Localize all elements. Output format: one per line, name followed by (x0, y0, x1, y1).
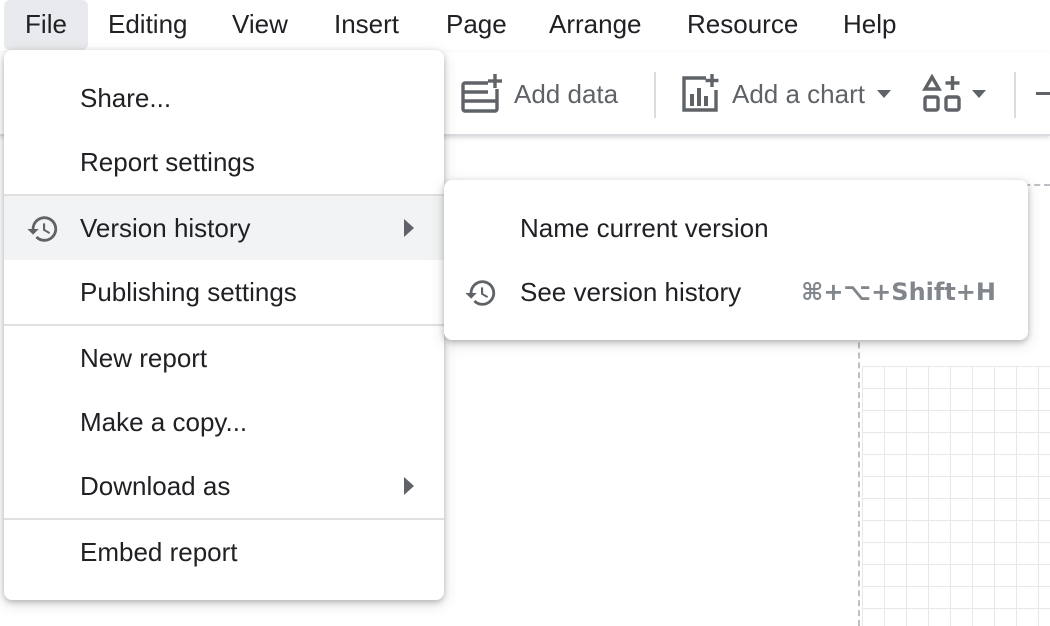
chevron-down-icon (876, 90, 891, 98)
add-chart-button[interactable]: Add a chart (680, 68, 891, 120)
menu-view[interactable]: View (232, 0, 288, 48)
toolbar-divider (1014, 72, 1016, 118)
menu-item-label: See version history (520, 276, 742, 307)
menu-arrange[interactable]: Arrange (549, 0, 642, 48)
chevron-right-icon (404, 477, 414, 495)
menu-item-embed-report[interactable]: Embed report (4, 520, 444, 584)
menu-item-see-version-history[interactable]: See version history ⌘+⌥+Shift+H (444, 260, 1028, 324)
toolbar-overflow-icon[interactable] (1036, 92, 1050, 95)
history-icon (27, 216, 58, 242)
add-chart-icon (682, 74, 719, 112)
menu-insert[interactable]: Insert (334, 0, 399, 48)
menu-item-label: Embed report (80, 536, 238, 567)
menu-item-label: Make a copy... (80, 406, 248, 437)
add-control-button[interactable] (922, 68, 986, 120)
add-data-button[interactable]: Add data (460, 68, 618, 120)
menu-item-label: New report (80, 342, 208, 373)
menu-bar: File Editing View Insert Page Arrange Re… (0, 0, 1050, 50)
file-menu: Share... Report settings Version history… (4, 50, 444, 600)
menu-help[interactable]: Help (843, 0, 896, 48)
menu-item-version-history[interactable]: Version history (4, 196, 444, 260)
add-chart-label: Add a chart (732, 78, 865, 109)
keyboard-shortcut: ⌘+⌥+Shift+H (801, 278, 996, 306)
menu-item-report-settings[interactable]: Report settings (4, 130, 444, 194)
canvas-grid (862, 366, 1050, 626)
menu-item-publishing-settings[interactable]: Publishing settings (4, 260, 444, 324)
menu-item-make-copy[interactable]: Make a copy... (4, 390, 444, 454)
toolbar-divider (654, 72, 656, 118)
menu-editing[interactable]: Editing (108, 0, 188, 48)
menu-page[interactable]: Page (446, 0, 507, 48)
menu-item-label: Share... (80, 82, 172, 113)
add-control-icon (922, 74, 961, 112)
menu-item-new-report[interactable]: New report (4, 326, 444, 390)
menu-item-download-as[interactable]: Download as (4, 454, 444, 518)
menu-file[interactable]: File (4, 0, 88, 50)
menu-item-name-current-version[interactable]: Name current version (444, 196, 1028, 260)
app-window: File Editing View Insert Page Arrange Re… (0, 0, 1050, 626)
menu-item-label: Publishing settings (80, 276, 297, 307)
add-data-label: Add data (514, 78, 619, 109)
add-data-icon (461, 74, 502, 113)
chevron-right-icon (404, 219, 414, 237)
menu-item-label: Name current version (520, 212, 769, 243)
version-history-submenu: Name current version See version history… (444, 180, 1028, 340)
menu-resource[interactable]: Resource (687, 0, 798, 48)
chevron-down-icon (972, 90, 986, 98)
menu-item-label: Download as (80, 470, 231, 501)
menu-item-label: Report settings (80, 146, 255, 177)
menu-item-share[interactable]: Share... (4, 66, 444, 130)
history-icon (465, 280, 496, 306)
menu-item-label: Version history (80, 212, 251, 243)
